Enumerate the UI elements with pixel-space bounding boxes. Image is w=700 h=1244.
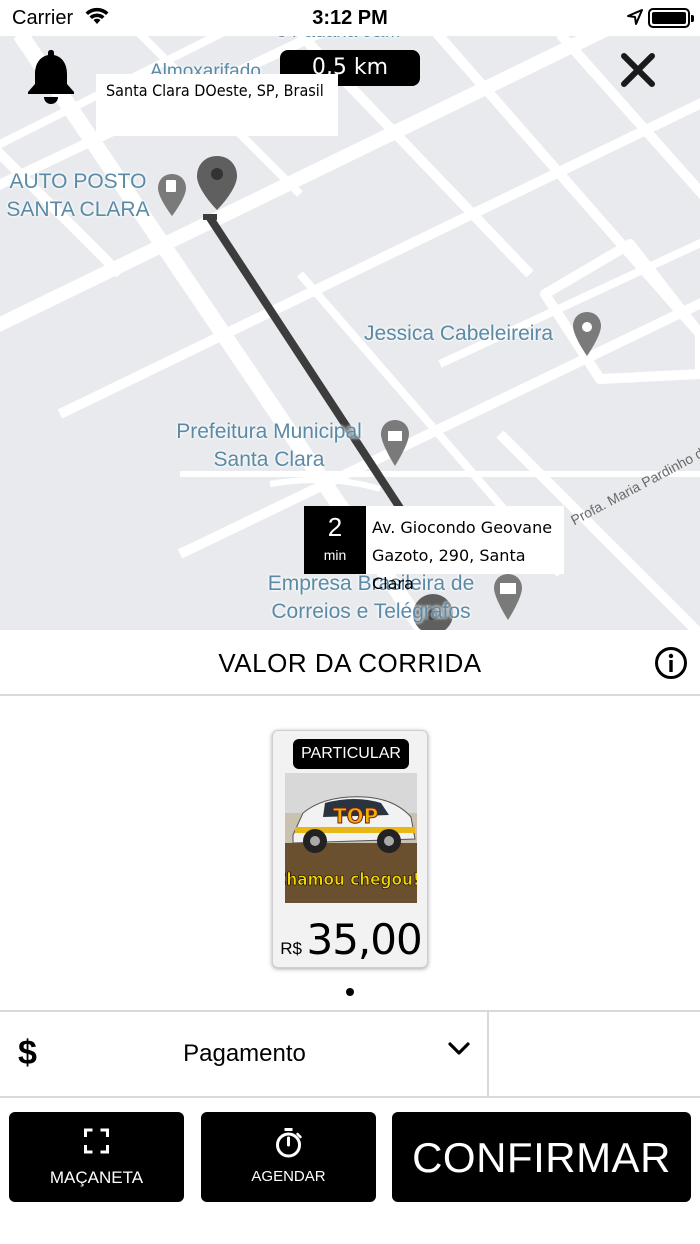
agendar-button[interactable]: AGENDAR: [201, 1112, 376, 1202]
panel-title: VALOR DA CORRIDA: [218, 648, 482, 678]
vehicle-card[interactable]: PARTICULAR TOP Chamou chegou!! R$ 35,00: [272, 730, 428, 968]
location-arrow-icon: [627, 9, 643, 25]
vehicle-category: PARTICULAR: [293, 739, 409, 769]
chevron-down-icon: [448, 1042, 470, 1055]
close-icon[interactable]: [618, 50, 658, 90]
vehicle-price: R$ 35,00: [273, 915, 429, 964]
payment-selector[interactable]: $ Pagamento: [0, 1012, 489, 1096]
origin-address: Santa Clara DOeste, SP, Brasil: [96, 74, 338, 136]
eta-badge: 2 min: [304, 506, 366, 574]
battery-icon: [648, 8, 694, 28]
eta-unit: min: [323, 547, 347, 563]
vehicle-photo-logo: TOP: [333, 804, 378, 828]
map-label-auto-posto: AUTO POSTO SANTA CLARA: [6, 170, 150, 221]
confirm-label: CONFIRMAR: [412, 1134, 671, 1181]
price-currency: R$: [280, 939, 303, 958]
page-dot: [346, 988, 354, 996]
price-value: 35,00: [306, 915, 422, 964]
eta-value: 2: [327, 512, 343, 542]
destination-address: Av. Giocondo Geovane Gazoto, 290, Santa …: [372, 518, 553, 593]
map-label-jessica: Jessica Cabeleireira: [364, 322, 554, 345]
macaneta-button[interactable]: MAÇANETA: [9, 1112, 184, 1202]
status-bar: Carrier 3:12 PM: [0, 0, 700, 36]
info-icon[interactable]: [654, 646, 688, 680]
vehicle-photo-caption: Chamou chegou!!: [285, 870, 417, 890]
map-view[interactable]: e Padaria J&M Almoxarifado AUTO POSTO SA…: [0, 34, 700, 630]
ride-panel: VALOR DA CORRIDA PARTICULAR TOP Chamou c: [0, 630, 700, 1244]
clock: 3:12 PM: [312, 7, 388, 29]
vehicle-photo: TOP Chamou chegou!!: [285, 773, 417, 903]
panel-header: VALOR DA CORRIDA: [0, 630, 700, 696]
map-label-prefeitura: Prefeitura Municipal Santa Clara: [176, 420, 362, 471]
macaneta-label: MAÇANETA: [49, 1168, 144, 1187]
destination-callout: 2 min Av. Giocondo Geovane Gazoto, 290, …: [304, 506, 564, 593]
expand-icon: [84, 1128, 109, 1154]
confirm-button[interactable]: CONFIRMAR: [392, 1112, 691, 1202]
bell-icon[interactable]: [24, 46, 78, 104]
payment-row: $ Pagamento: [0, 1010, 700, 1098]
stopwatch-icon: [276, 1128, 302, 1158]
agendar-label: AGENDAR: [251, 1168, 326, 1185]
payment-label: Pagamento: [183, 1040, 306, 1067]
